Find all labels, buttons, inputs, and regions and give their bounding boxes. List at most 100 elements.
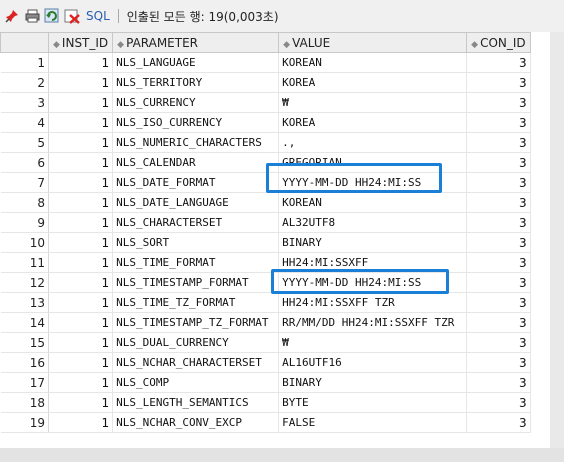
table-row[interactable]: 8 1 NLS_DATE_LANGUAGE KOREAN 3 [0, 192, 531, 213]
cell-inst-id[interactable]: 1 [48, 52, 114, 73]
row-number[interactable]: 4 [0, 112, 49, 133]
cell-value[interactable]: YYYY-MM-DD HH24:MI:SS [278, 172, 468, 193]
table-row[interactable]: 14 1 NLS_TIMESTAMP_TZ_FORMAT RR/MM/DD HH24:… [0, 312, 531, 333]
table-row[interactable]: 4 1 NLS_ISO_CURRENCY KOREA 3 [0, 112, 531, 133]
row-number[interactable]: 10 [0, 232, 49, 253]
column-header-inst-id[interactable]: ◆ INST_ID [47, 32, 114, 53]
cell-con-id[interactable]: 3 [466, 372, 531, 393]
cell-parameter[interactable]: NLS_DUAL_CURRENCY [112, 332, 280, 353]
cell-parameter[interactable]: NLS_TIMESTAMP_FORMAT [112, 272, 280, 293]
row-number[interactable]: 11 [0, 252, 49, 273]
cell-value[interactable]: KOREA [278, 112, 468, 133]
table-row[interactable]: 18 1 NLS_LENGTH_SEMANTICS BYTE 3 [0, 392, 531, 413]
row-number[interactable]: 13 [0, 292, 49, 313]
cell-inst-id[interactable]: 1 [48, 192, 114, 213]
table-row[interactable]: 11 1 NLS_TIME_FORMAT HH24:MI:SSXFF 3 [0, 252, 531, 273]
row-number[interactable]: 16 [0, 352, 49, 373]
cell-value[interactable]: ₩ [278, 92, 468, 113]
cell-value[interactable]: AL32UTF8 [278, 212, 468, 233]
cell-con-id[interactable]: 3 [466, 252, 531, 273]
pin-icon[interactable] [4, 8, 20, 24]
table-row[interactable]: 13 1 NLS_TIME_TZ_FORMAT HH24:MI:SSXFF TZR 3 [0, 292, 531, 313]
cell-parameter[interactable]: NLS_SORT [112, 232, 280, 253]
cell-inst-id[interactable]: 1 [48, 292, 114, 313]
cell-value[interactable]: ., [278, 132, 468, 153]
row-number[interactable]: 18 [0, 392, 49, 413]
row-number[interactable]: 1 [0, 52, 49, 73]
cell-value[interactable]: BINARY [278, 232, 468, 253]
cell-inst-id[interactable]: 1 [48, 212, 114, 233]
cell-value[interactable]: YYYY-MM-DD HH24:MI:SS [278, 272, 468, 293]
cell-value[interactable]: FALSE [278, 412, 468, 433]
table-row[interactable]: 16 1 NLS_NCHAR_CHARACTERSET AL16UTF16 3 [0, 352, 531, 373]
column-header-con-id[interactable]: ◆ CON_ID [466, 32, 531, 53]
row-number[interactable]: 5 [0, 132, 49, 153]
cell-inst-id[interactable]: 1 [48, 352, 114, 373]
cell-con-id[interactable]: 3 [466, 132, 531, 153]
cell-value[interactable]: RR/MM/DD HH24:MI:SSXFF TZR [278, 312, 468, 333]
table-row[interactable]: 9 1 NLS_CHARACTERSET AL32UTF8 3 [0, 212, 531, 233]
cell-parameter[interactable]: NLS_NCHAR_CHARACTERSET [112, 352, 280, 373]
cell-inst-id[interactable]: 1 [48, 412, 114, 433]
table-row[interactable]: 1 1 NLS_LANGUAGE KOREAN 3 [0, 52, 531, 73]
cell-con-id[interactable]: 3 [466, 292, 531, 313]
cell-con-id[interactable]: 3 [466, 352, 531, 373]
cell-inst-id[interactable]: 1 [48, 72, 114, 93]
cell-value[interactable]: KOREAN [278, 192, 468, 213]
row-number[interactable]: 12 [0, 272, 49, 293]
row-number[interactable]: 15 [0, 332, 49, 353]
column-header-value[interactable]: ◆ VALUE [278, 32, 468, 53]
cell-parameter[interactable]: NLS_DATE_FORMAT [112, 172, 280, 193]
cell-con-id[interactable]: 3 [466, 92, 531, 113]
row-number[interactable]: 7 [0, 172, 49, 193]
cell-con-id[interactable]: 3 [466, 332, 531, 353]
cell-value[interactable]: HH24:MI:SSXFF TZR [278, 292, 468, 313]
cell-inst-id[interactable]: 1 [48, 272, 114, 293]
row-number[interactable]: 8 [0, 192, 49, 213]
table-row[interactable]: 17 1 NLS_COMP BINARY 3 [0, 372, 531, 393]
table-row[interactable]: 10 1 NLS_SORT BINARY 3 [0, 232, 531, 253]
cell-value[interactable]: BYTE [278, 392, 468, 413]
sql-link[interactable]: SQL [86, 9, 110, 23]
row-number[interactable]: 17 [0, 372, 49, 393]
table-row[interactable]: 7 1 NLS_DATE_FORMAT YYYY-MM-DD HH24:MI:SS 3 [0, 172, 531, 193]
table-row[interactable]: 19 1 NLS_NCHAR_CONV_EXCP FALSE 3 [0, 412, 531, 433]
table-row[interactable]: 15 1 NLS_DUAL_CURRENCY ₩3 [0, 332, 531, 353]
cell-inst-id[interactable]: 1 [48, 392, 114, 413]
cell-value[interactable]: AL16UTF16 [278, 352, 468, 373]
cell-value[interactable]: KOREAN [278, 52, 468, 73]
row-number[interactable]: 3 [0, 92, 49, 113]
cell-parameter[interactable]: NLS_NUMERIC_CHARACTERS [112, 132, 280, 153]
cell-value[interactable]: ₩ [278, 332, 468, 353]
table-row[interactable]: 12 1 NLS_TIMESTAMP_FORMAT YYYY-MM-DD HH24:M… [0, 272, 531, 293]
print-icon[interactable] [24, 8, 40, 24]
cell-inst-id[interactable]: 1 [48, 232, 114, 253]
cell-parameter[interactable]: NLS_TIME_FORMAT [112, 252, 280, 273]
cell-value[interactable]: KOREA [278, 72, 468, 93]
vertical-scrollbar[interactable] [550, 32, 564, 448]
cell-parameter[interactable]: NLS_DATE_LANGUAGE [112, 192, 280, 213]
table-row[interactable]: 2 1 NLS_TERRITORY KOREA 3 [0, 72, 531, 93]
cell-value[interactable]: HH24:MI:SSXFF [278, 252, 468, 273]
cell-inst-id[interactable]: 1 [48, 112, 114, 133]
cell-parameter[interactable]: NLS_ISO_CURRENCY [112, 112, 280, 133]
cell-parameter[interactable]: NLS_TIME_TZ_FORMAT [112, 292, 280, 313]
cell-con-id[interactable]: 3 [466, 272, 531, 293]
cell-con-id[interactable]: 3 [466, 412, 531, 433]
table-row[interactable]: 3 1 NLS_CURRENCY ₩3 [0, 92, 531, 113]
cell-con-id[interactable]: 3 [466, 152, 531, 173]
cell-inst-id[interactable]: 1 [48, 312, 114, 333]
cell-value[interactable]: BINARY [278, 372, 468, 393]
table-row[interactable]: 6 1 NLS_CALENDAR GREGORIAN 3 [0, 152, 531, 173]
clear-icon[interactable] [64, 8, 80, 24]
results-grid[interactable]: ◆ INST_ID ◆ PARAMETER ◆ VALUE ◆ CON_ID 1 1 NLS… [0, 32, 550, 448]
cell-con-id[interactable]: 3 [466, 112, 531, 133]
row-number[interactable]: 2 [0, 72, 49, 93]
column-header-parameter[interactable]: ◆ PARAMETER [112, 32, 280, 53]
cell-inst-id[interactable]: 1 [48, 252, 114, 273]
cell-parameter[interactable]: NLS_CALENDAR [112, 152, 280, 173]
cell-inst-id[interactable]: 1 [48, 92, 114, 113]
cell-con-id[interactable]: 3 [466, 312, 531, 333]
cell-con-id[interactable]: 3 [466, 72, 531, 93]
cell-parameter[interactable]: NLS_LENGTH_SEMANTICS [112, 392, 280, 413]
